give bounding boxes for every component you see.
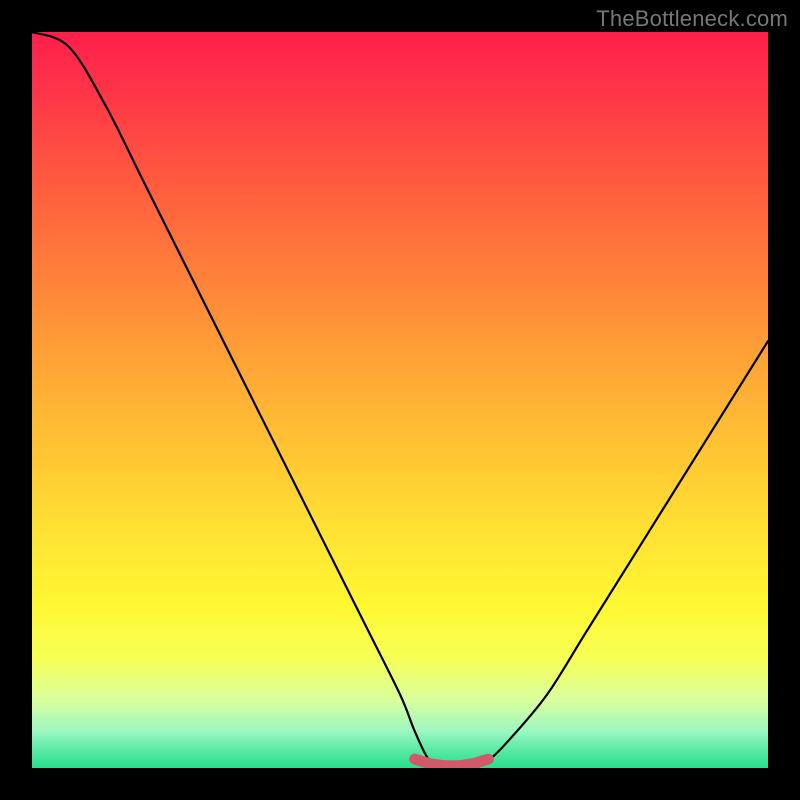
plot-area [32, 32, 768, 768]
chart-svg [32, 32, 768, 768]
chart-frame: TheBottleneck.com [0, 0, 800, 800]
flat-segment-marker [415, 759, 489, 766]
bottleneck-curve [32, 32, 768, 768]
source-attribution: TheBottleneck.com [596, 6, 788, 32]
